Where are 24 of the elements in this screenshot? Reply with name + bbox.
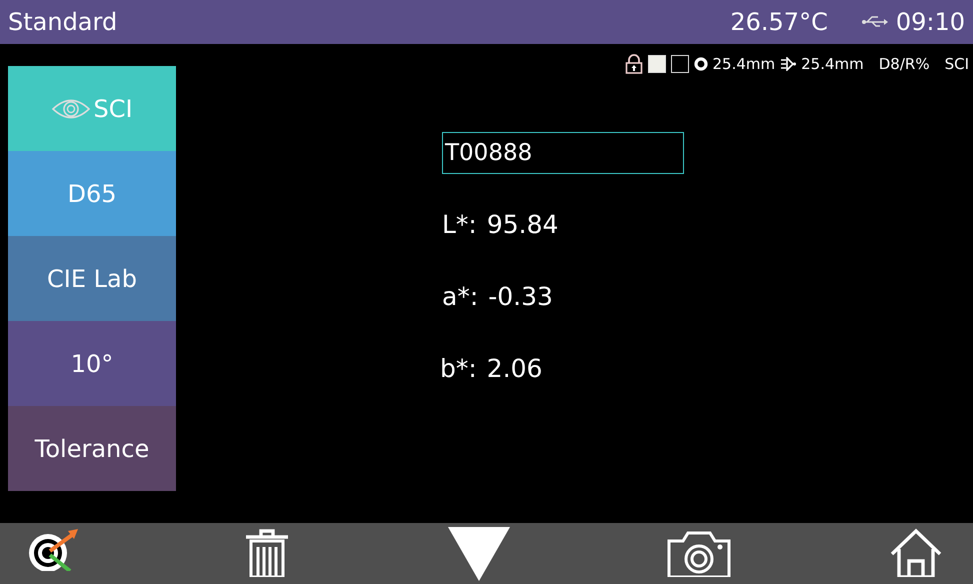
sidebar-item[interactable]: 10°	[8, 321, 176, 406]
reading-label: a*:	[442, 282, 478, 313]
reading-value: 2.06	[486, 354, 542, 385]
aperture-icon	[694, 57, 708, 71]
clock-time: 09:10	[896, 8, 965, 36]
home-icon[interactable]	[889, 527, 943, 577]
lens-size: 25.4mm	[801, 55, 864, 73]
reading-value: 95.84	[486, 210, 558, 241]
aperture-size: 25.4mm	[712, 55, 776, 73]
lens-icon	[780, 57, 796, 71]
temperature-reading: 26.57°C	[730, 8, 828, 36]
sidebar-item[interactable]: Tolerance	[8, 406, 176, 491]
usb-icon	[862, 15, 888, 29]
padlock-icon	[624, 54, 642, 74]
sidebar-item[interactable]: CIE Lab	[8, 236, 176, 321]
reading-value: -0.33	[488, 282, 553, 313]
down-triangle-icon[interactable]	[448, 527, 510, 581]
sample-name-field[interactable]: T00888	[442, 132, 684, 174]
reading-label: b*:	[440, 354, 477, 385]
reading-label: L*:	[442, 210, 477, 241]
screen-title: Standard	[8, 8, 118, 36]
eye-icon	[51, 98, 92, 120]
geometry-label: D8/R%	[878, 55, 930, 73]
mode-label: SCI	[944, 55, 969, 73]
